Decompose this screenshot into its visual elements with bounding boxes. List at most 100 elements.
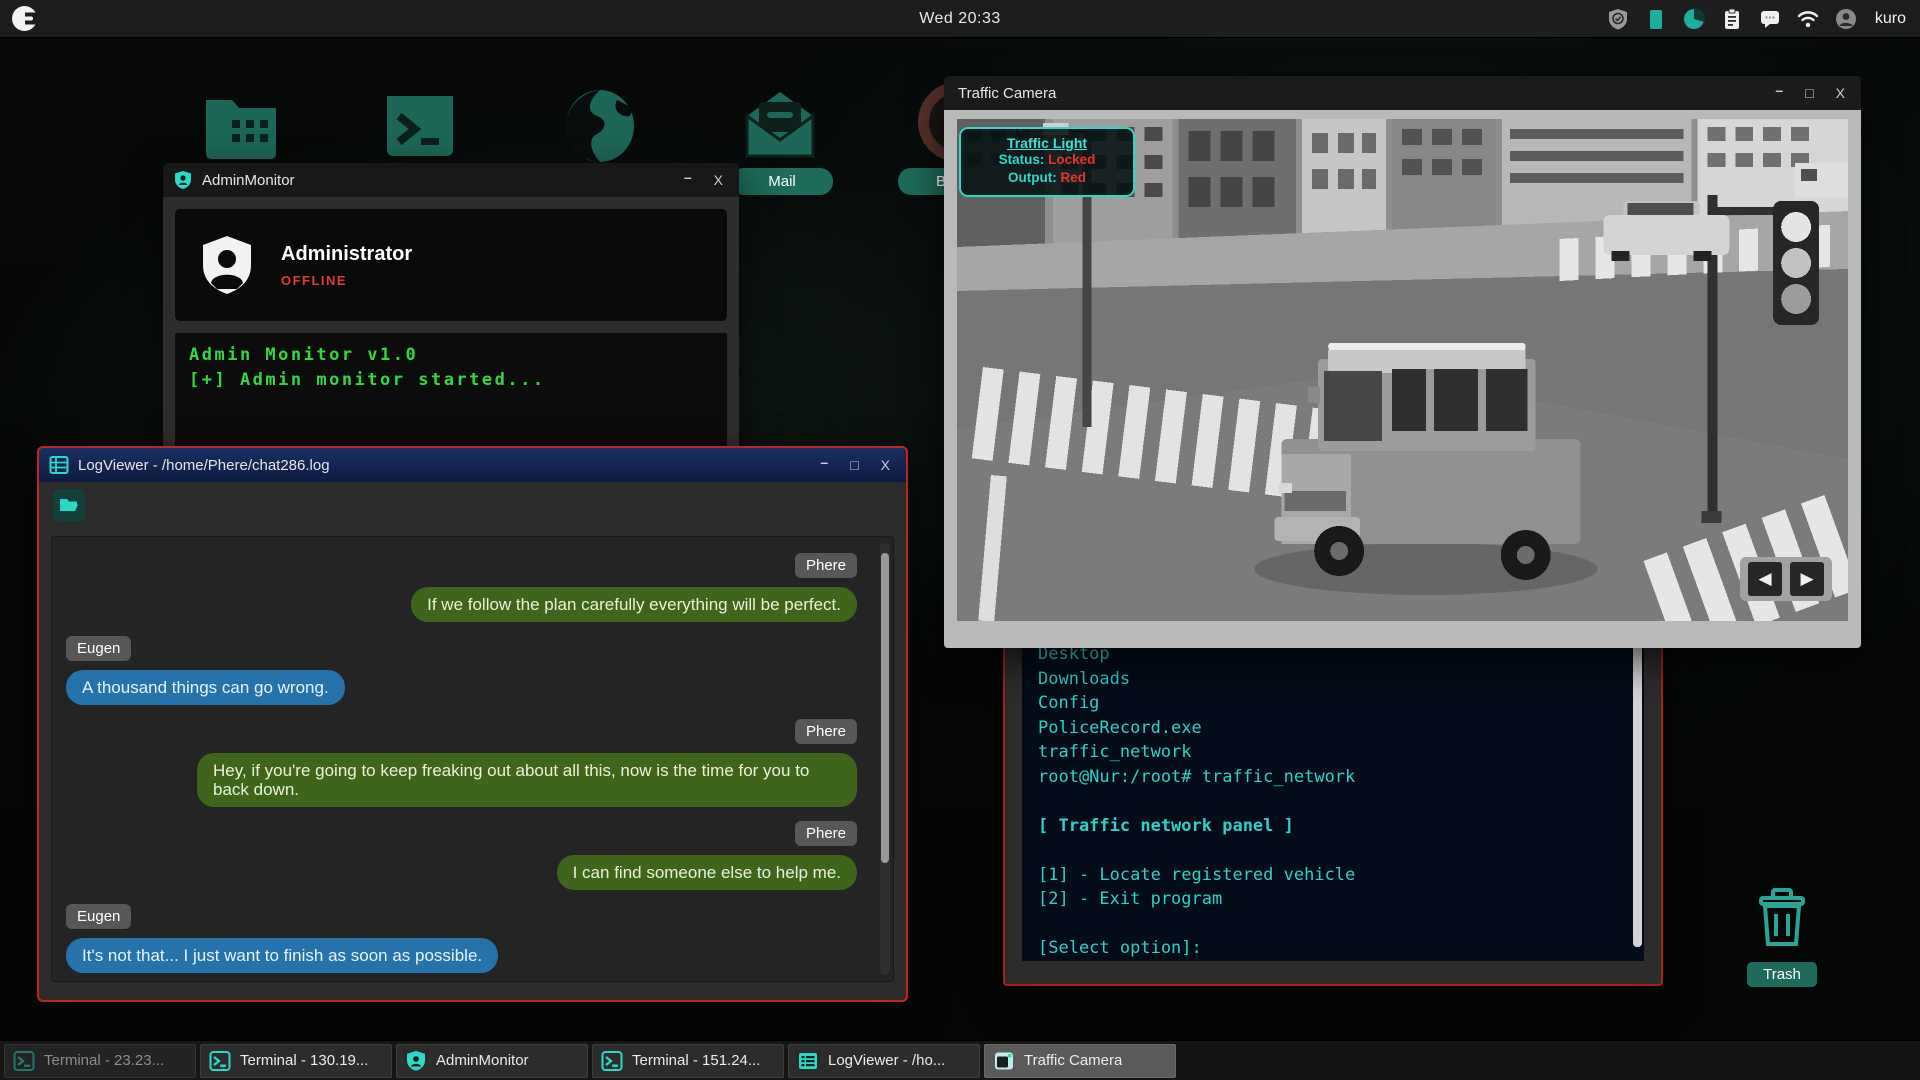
taskbar-item-label: LogViewer - /ho... (828, 1052, 945, 1069)
status-value: Locked (1048, 152, 1095, 167)
sender-tag: Eugen (66, 636, 131, 661)
terminal-line: Downloads (1038, 667, 1628, 692)
taskbar-item-label: Terminal - 23.23... (44, 1052, 164, 1069)
sender-tag: Phere (795, 719, 857, 744)
terminal-line (1038, 789, 1628, 814)
wifi-icon[interactable] (1797, 8, 1819, 30)
user-avatar-icon[interactable] (1835, 8, 1857, 30)
terminal-icon (13, 1050, 35, 1072)
log-viewer-icon (49, 455, 69, 475)
taskbar-item-label: Traffic Camera (1024, 1052, 1122, 1069)
close-button[interactable]: X (714, 173, 723, 187)
shield-icon (405, 1050, 427, 1072)
window-title: LogViewer - /home/Phere/chat286.log (78, 457, 330, 474)
terminal-line: root@Nur:/root# traffic_network (1038, 765, 1628, 790)
logviewer-icon (797, 1050, 819, 1072)
sender-tag: Phere (795, 821, 857, 846)
status-label: Status: (999, 152, 1049, 167)
taskbar-item-terminal-151-24[interactable]: Terminal - 151.24... (592, 1044, 784, 1078)
window-title: AdminMonitor (202, 172, 295, 189)
taskbar-item-label: Terminal - 130.19... (240, 1052, 368, 1069)
username-label: kuro (1875, 10, 1906, 28)
chat-message: Phere I can find someone else to help me. (64, 821, 873, 890)
minimize-button[interactable]: – (820, 455, 828, 469)
terminal-app-icon[interactable] (377, 82, 463, 168)
clipboard-icon[interactable] (1721, 8, 1743, 30)
chat-message: Eugen A thousand things can go wrong. (64, 636, 873, 705)
top-menu-bar: Wed 20:33 kuro (0, 0, 1920, 38)
chat-message: Phere Hey, if you're going to keep freaki… (64, 719, 873, 807)
next-camera-button[interactable]: ▶ (1790, 562, 1824, 596)
log-viewer-titlebar[interactable]: LogViewer - /home/Phere/chat286.log – □ … (39, 448, 906, 482)
minimize-button[interactable]: – (684, 170, 692, 184)
battery-icon[interactable] (1645, 8, 1667, 30)
trash-label: Trash (1747, 962, 1817, 987)
taskbar-item-label: Terminal - 151.24... (632, 1052, 760, 1069)
maximize-button[interactable]: □ (850, 458, 858, 472)
system-tray: kuro (1607, 8, 1920, 30)
overlay-title: Traffic Light (961, 135, 1133, 151)
terminal-line: traffic_network (1038, 740, 1628, 765)
traffic-camera-titlebar[interactable]: Traffic Camera – □ X (944, 76, 1861, 110)
traffic-camera-window: Traffic Camera – □ X (944, 76, 1861, 648)
administrator-name: Administrator (281, 243, 412, 266)
chat-log-panel: Phere If we follow the plan carefully eve… (51, 536, 894, 982)
output-label: Output: (1008, 170, 1060, 185)
admin-shield-icon (173, 170, 193, 190)
chat-message: Eugen It's not that... I just want to fin… (64, 904, 873, 973)
file-explorer-icon[interactable] (198, 82, 284, 168)
chat-message-list: Phere If we follow the plan carefully eve… (64, 553, 873, 982)
camera-feed: Traffic Light Status: Locked Output: Red… (957, 119, 1848, 621)
close-button[interactable]: X (881, 458, 890, 472)
traffic-light-info-overlay: Traffic Light Status: Locked Output: Red (959, 127, 1135, 197)
taskbar-item-terminal-130-19[interactable]: Terminal - 130.19... (200, 1044, 392, 1078)
mail-app-icon[interactable] (737, 82, 823, 168)
shield-check-icon[interactable] (1607, 8, 1629, 30)
sender-tag: Phere (795, 553, 857, 578)
minimize-button[interactable]: – (1775, 83, 1783, 97)
sender-tag: Eugen (66, 904, 131, 929)
terminal-line: [ Traffic network panel ] (1038, 814, 1628, 839)
output-value: Red (1060, 170, 1086, 185)
terminal-line: Config (1038, 691, 1628, 716)
taskbar-item-traffic-camera[interactable]: Traffic Camera (984, 1044, 1176, 1078)
terminal-line: PoliceRecord.exe (1038, 716, 1628, 741)
traffic-camera-body: Traffic Light Status: Locked Output: Red… (944, 110, 1861, 648)
open-file-button[interactable] (53, 489, 85, 521)
taskbar-item-label: AdminMonitor (436, 1052, 529, 1069)
taskbar-item-terminal-23-23[interactable]: Terminal - 23.23... (4, 1044, 196, 1078)
admin-monitor-titlebar[interactable]: AdminMonitor – X (163, 163, 739, 197)
terminal-line: [Select option]: (1038, 936, 1628, 961)
close-button[interactable]: X (1836, 86, 1845, 100)
chat-bubble: If we follow the plan carefully everythi… (411, 587, 857, 622)
terminal-line: [2] - Exit program (1038, 887, 1628, 912)
browser-globe-icon[interactable] (557, 82, 643, 168)
terminal-line: [1] - Locate registered vehicle (1038, 863, 1628, 888)
mail-icon-label[interactable]: Mail (731, 168, 833, 195)
chat-bubble: It's not that... I just want to finish a… (66, 938, 498, 973)
terminal-line (1038, 912, 1628, 937)
console-line: [+] Admin monitor started... (189, 368, 713, 393)
chat-scrollbar[interactable] (880, 543, 890, 975)
admin-account-panel: Administrator OFFLINE (175, 209, 727, 321)
window-title: Traffic Camera (958, 85, 1056, 102)
folder-open-icon (59, 496, 79, 514)
console-line: Admin Monitor v1.0 (189, 343, 713, 368)
chat-bubble: A thousand things can go wrong. (66, 670, 345, 705)
trash[interactable]: Trash (1736, 884, 1828, 987)
chat-scrollbar-thumb[interactable] (881, 553, 889, 863)
disk-usage-pie-icon[interactable] (1683, 8, 1705, 30)
maximize-button[interactable]: □ (1805, 86, 1813, 100)
chat-bubble: Hey, if you're going to keep freaking ou… (197, 753, 857, 807)
chat-message: Phere If we follow the plan carefully eve… (64, 553, 873, 622)
camera-nav: ◀ ▶ (1740, 557, 1832, 601)
taskbar-item-logviewer-ho[interactable]: LogViewer - /ho... (788, 1044, 980, 1078)
prev-camera-button[interactable]: ◀ (1748, 562, 1782, 596)
log-viewer-window: LogViewer - /home/Phere/chat286.log – □ … (37, 446, 908, 1002)
chat-bubble: I can find someone else to help me. (557, 855, 857, 890)
taskbar-item-adminmonitor[interactable]: AdminMonitor (396, 1044, 588, 1078)
terminal-line (1038, 838, 1628, 863)
chat-notifications-icon[interactable] (1759, 8, 1781, 30)
trash-icon (1749, 884, 1815, 950)
taskbar: Terminal - 23.23... Terminal - 130.19... A… (0, 1040, 1920, 1080)
